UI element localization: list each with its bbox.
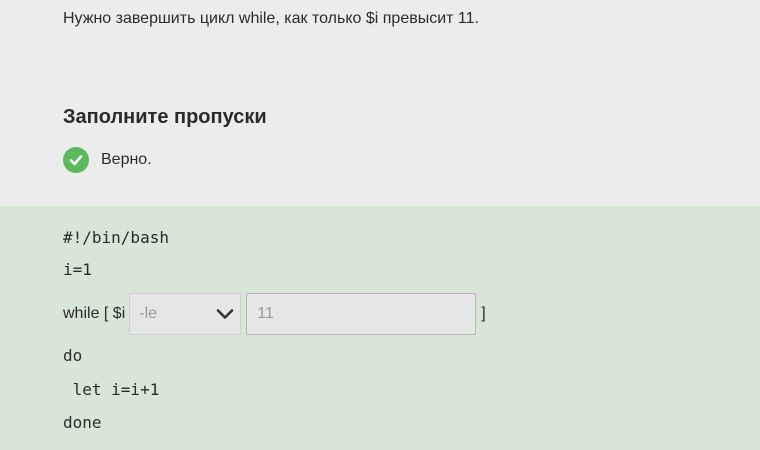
task-description: Нужно завершить цикл while, как только $… [63, 10, 479, 27]
operator-select-value: -le [139, 305, 158, 322]
code-line-do: do [63, 346, 83, 365]
code-line-done: done [63, 413, 102, 432]
check-circle-icon [63, 147, 89, 173]
code-line-assign: i=1 [63, 260, 92, 279]
while-suffix: ] [481, 305, 486, 322]
operator-select[interactable]: -le [129, 293, 242, 335]
question-header: Нужно завершить цикл while, как только $… [0, 0, 760, 206]
while-prefix: while [ $i [63, 305, 126, 322]
chevron-down-icon [216, 308, 234, 320]
code-answer-area: #!/bin/bash i=1 while [ $i -le 11 ] do l… [0, 206, 760, 450]
status-text: Верно. [101, 151, 152, 168]
value-input[interactable]: 11 [246, 293, 477, 335]
code-line-let: let i=i+1 [63, 380, 160, 399]
question-heading: Заполните пропуски [63, 106, 267, 128]
code-line-while: while [ $i -le 11 ] [63, 292, 486, 336]
value-input-text: 11 [257, 305, 274, 322]
result-status: Верно. [63, 147, 152, 173]
code-line-shebang: #!/bin/bash [63, 228, 169, 247]
